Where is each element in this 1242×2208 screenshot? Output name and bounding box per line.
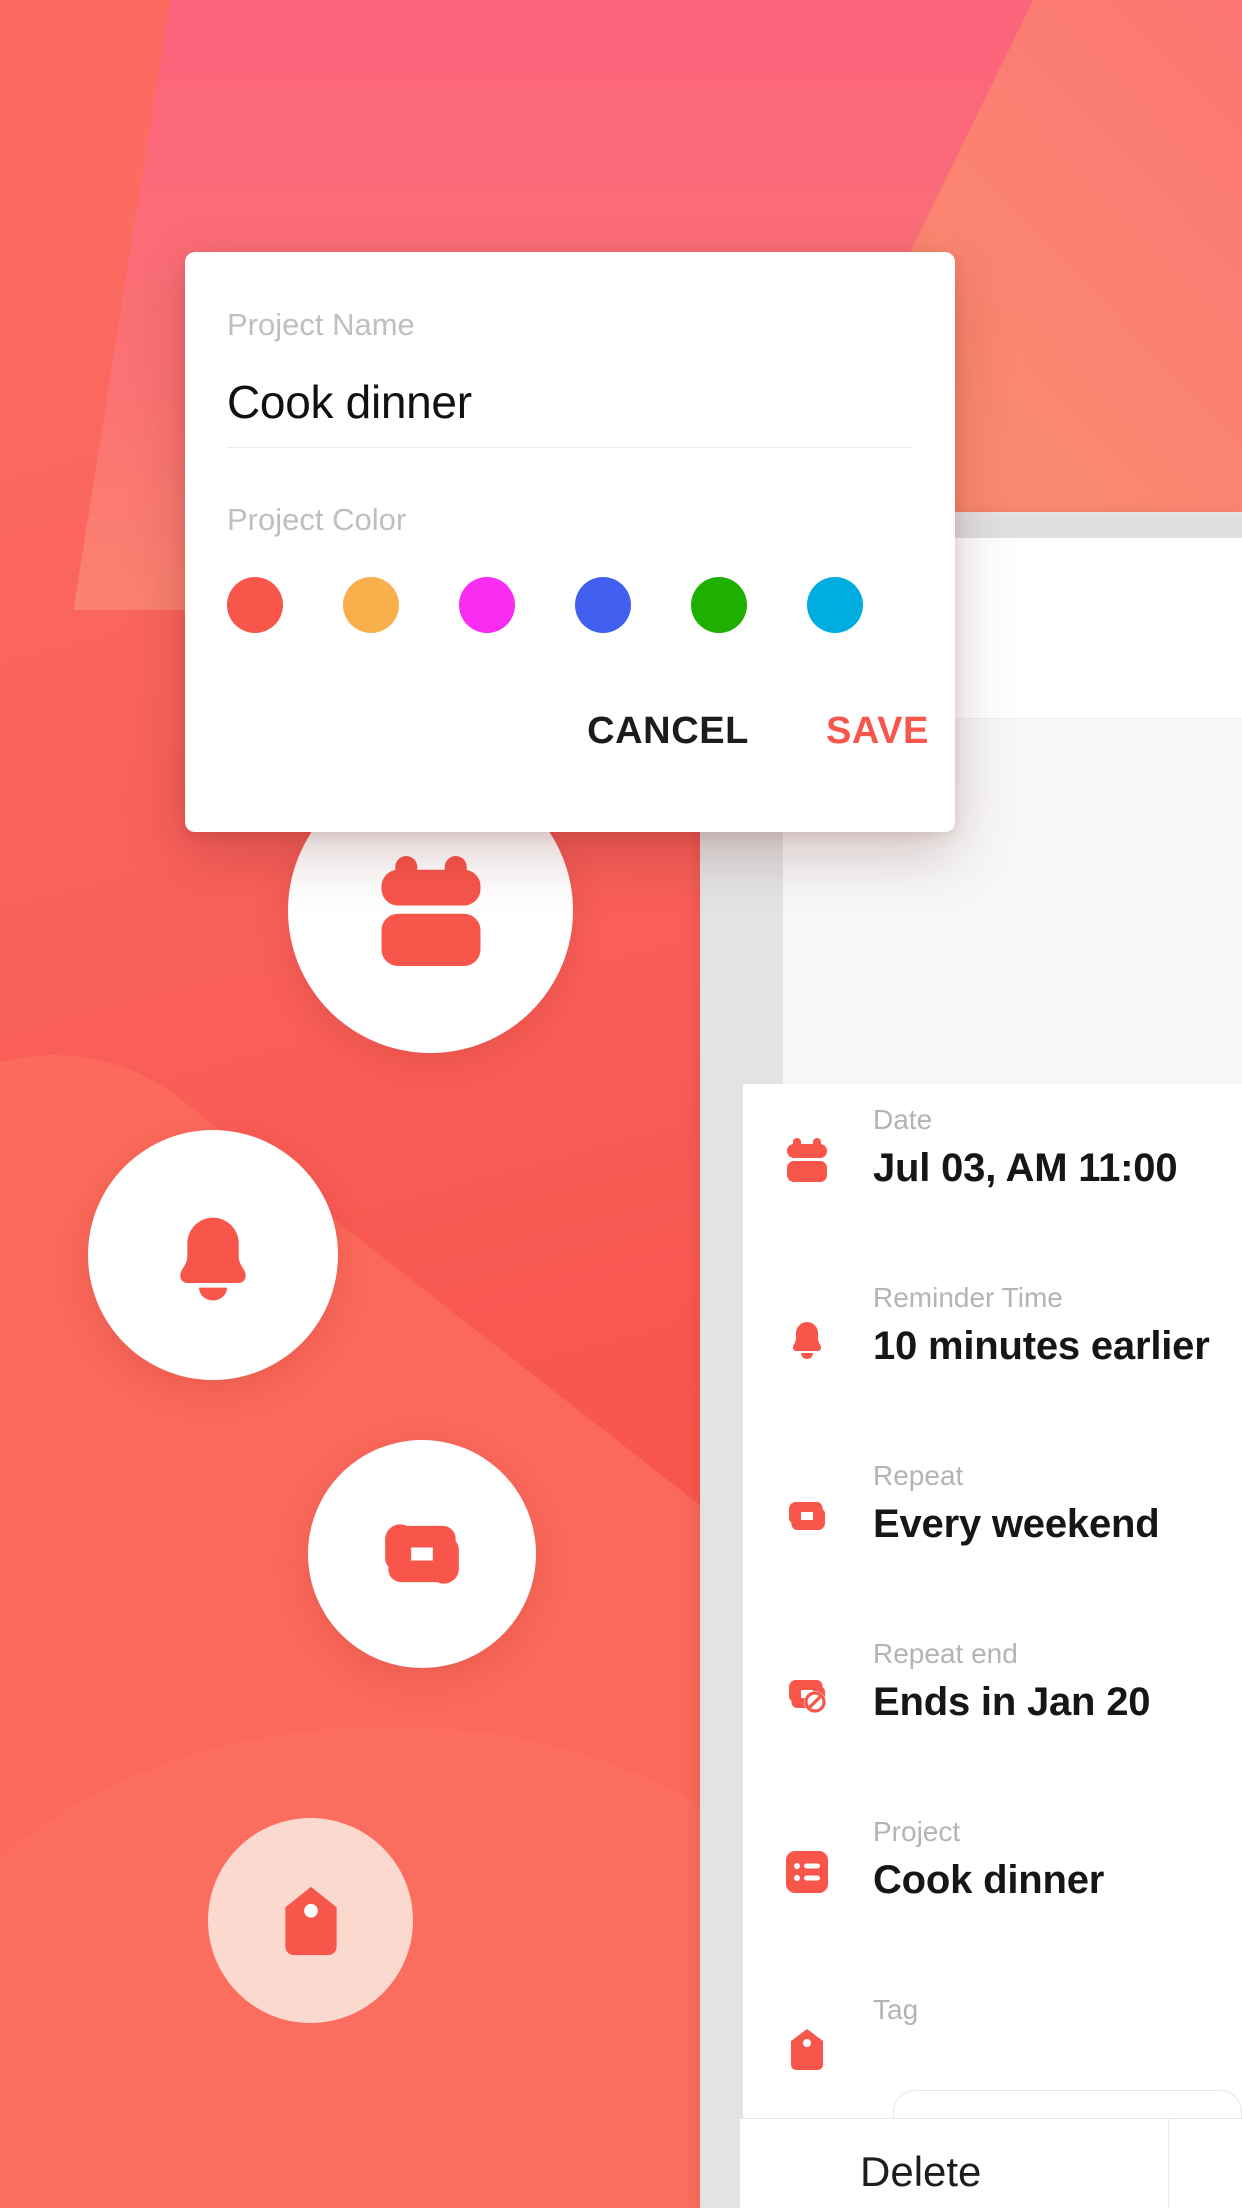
color-swatch-cyan[interactable] — [807, 577, 863, 633]
color-swatch-red[interactable] — [227, 577, 283, 633]
color-swatch-green[interactable] — [691, 577, 747, 633]
detail-label: Date — [873, 1104, 933, 1135]
color-swatch-magenta[interactable] — [459, 577, 515, 633]
tag-icon — [783, 2026, 831, 2074]
detail-row-reminder-time[interactable]: Reminder Time 10 minutes earlier — [743, 1262, 1242, 1440]
detail-value: Ends in Jan 20 — [873, 1680, 1151, 1724]
project-name-label: Project Name — [227, 307, 415, 342]
color-swatch-row — [227, 577, 917, 637]
detail-row-repeat-end[interactable]: Repeat end Ends in Jan 20 — [743, 1618, 1242, 1796]
detail-label: Tag — [873, 1994, 919, 2025]
detail-value: Every weekend — [873, 1502, 1160, 1546]
app-root: ... Date Jul 03, AM 11:00 Reminder Time … — [0, 0, 1242, 2208]
detail-row-repeat[interactable]: Repeat Every weekend — [743, 1440, 1242, 1618]
delete-button[interactable]: Delete — [860, 2148, 981, 2196]
project-dialog: Project Name Cook dinner Project Color C… — [185, 252, 955, 832]
detail-value: 10 minutes earlier — [873, 1324, 1210, 1368]
dialog-actions: CANCEL SAVE — [185, 710, 955, 790]
detail-label: Project — [873, 1816, 961, 1847]
detail-value: Jul 03, AM 11:00 — [873, 1146, 1178, 1190]
project-list-icon — [783, 1848, 831, 1896]
bell-icon — [180, 1217, 246, 1301]
floating-repeat-button[interactable] — [308, 1440, 536, 1668]
project-name-input[interactable]: Cook dinner — [227, 375, 472, 429]
detail-label: Repeat end — [873, 1638, 1018, 1669]
repeat-end-icon — [783, 1670, 831, 1718]
project-color-label: Project Color — [227, 502, 407, 537]
detail-row-date[interactable]: Date Jul 03, AM 11:00 — [743, 1084, 1242, 1262]
repeat-icon — [783, 1492, 831, 1540]
project-name-underline — [227, 447, 913, 448]
tag-icon — [284, 1886, 337, 1955]
detail-value: Cook dinner — [873, 1858, 1105, 1902]
floating-reminder-button[interactable] — [88, 1130, 338, 1380]
floating-tag-button[interactable] — [208, 1818, 413, 2023]
bottom-action-bar — [740, 2118, 1242, 2208]
color-swatch-blue[interactable] — [575, 577, 631, 633]
bell-icon — [783, 1314, 831, 1362]
repeat-icon — [385, 1524, 459, 1584]
detail-row-project[interactable]: Project Cook dinner — [743, 1796, 1242, 1974]
bottom-bar-divider — [1168, 2118, 1169, 2208]
cancel-button[interactable]: CANCEL — [587, 710, 749, 753]
detail-label: Reminder Time — [873, 1282, 1063, 1313]
calendar-icon — [381, 855, 480, 966]
calendar-icon — [783, 1136, 831, 1184]
color-swatch-orange[interactable] — [343, 577, 399, 633]
detail-label: Repeat — [873, 1460, 964, 1491]
save-button[interactable]: SAVE — [826, 710, 929, 753]
